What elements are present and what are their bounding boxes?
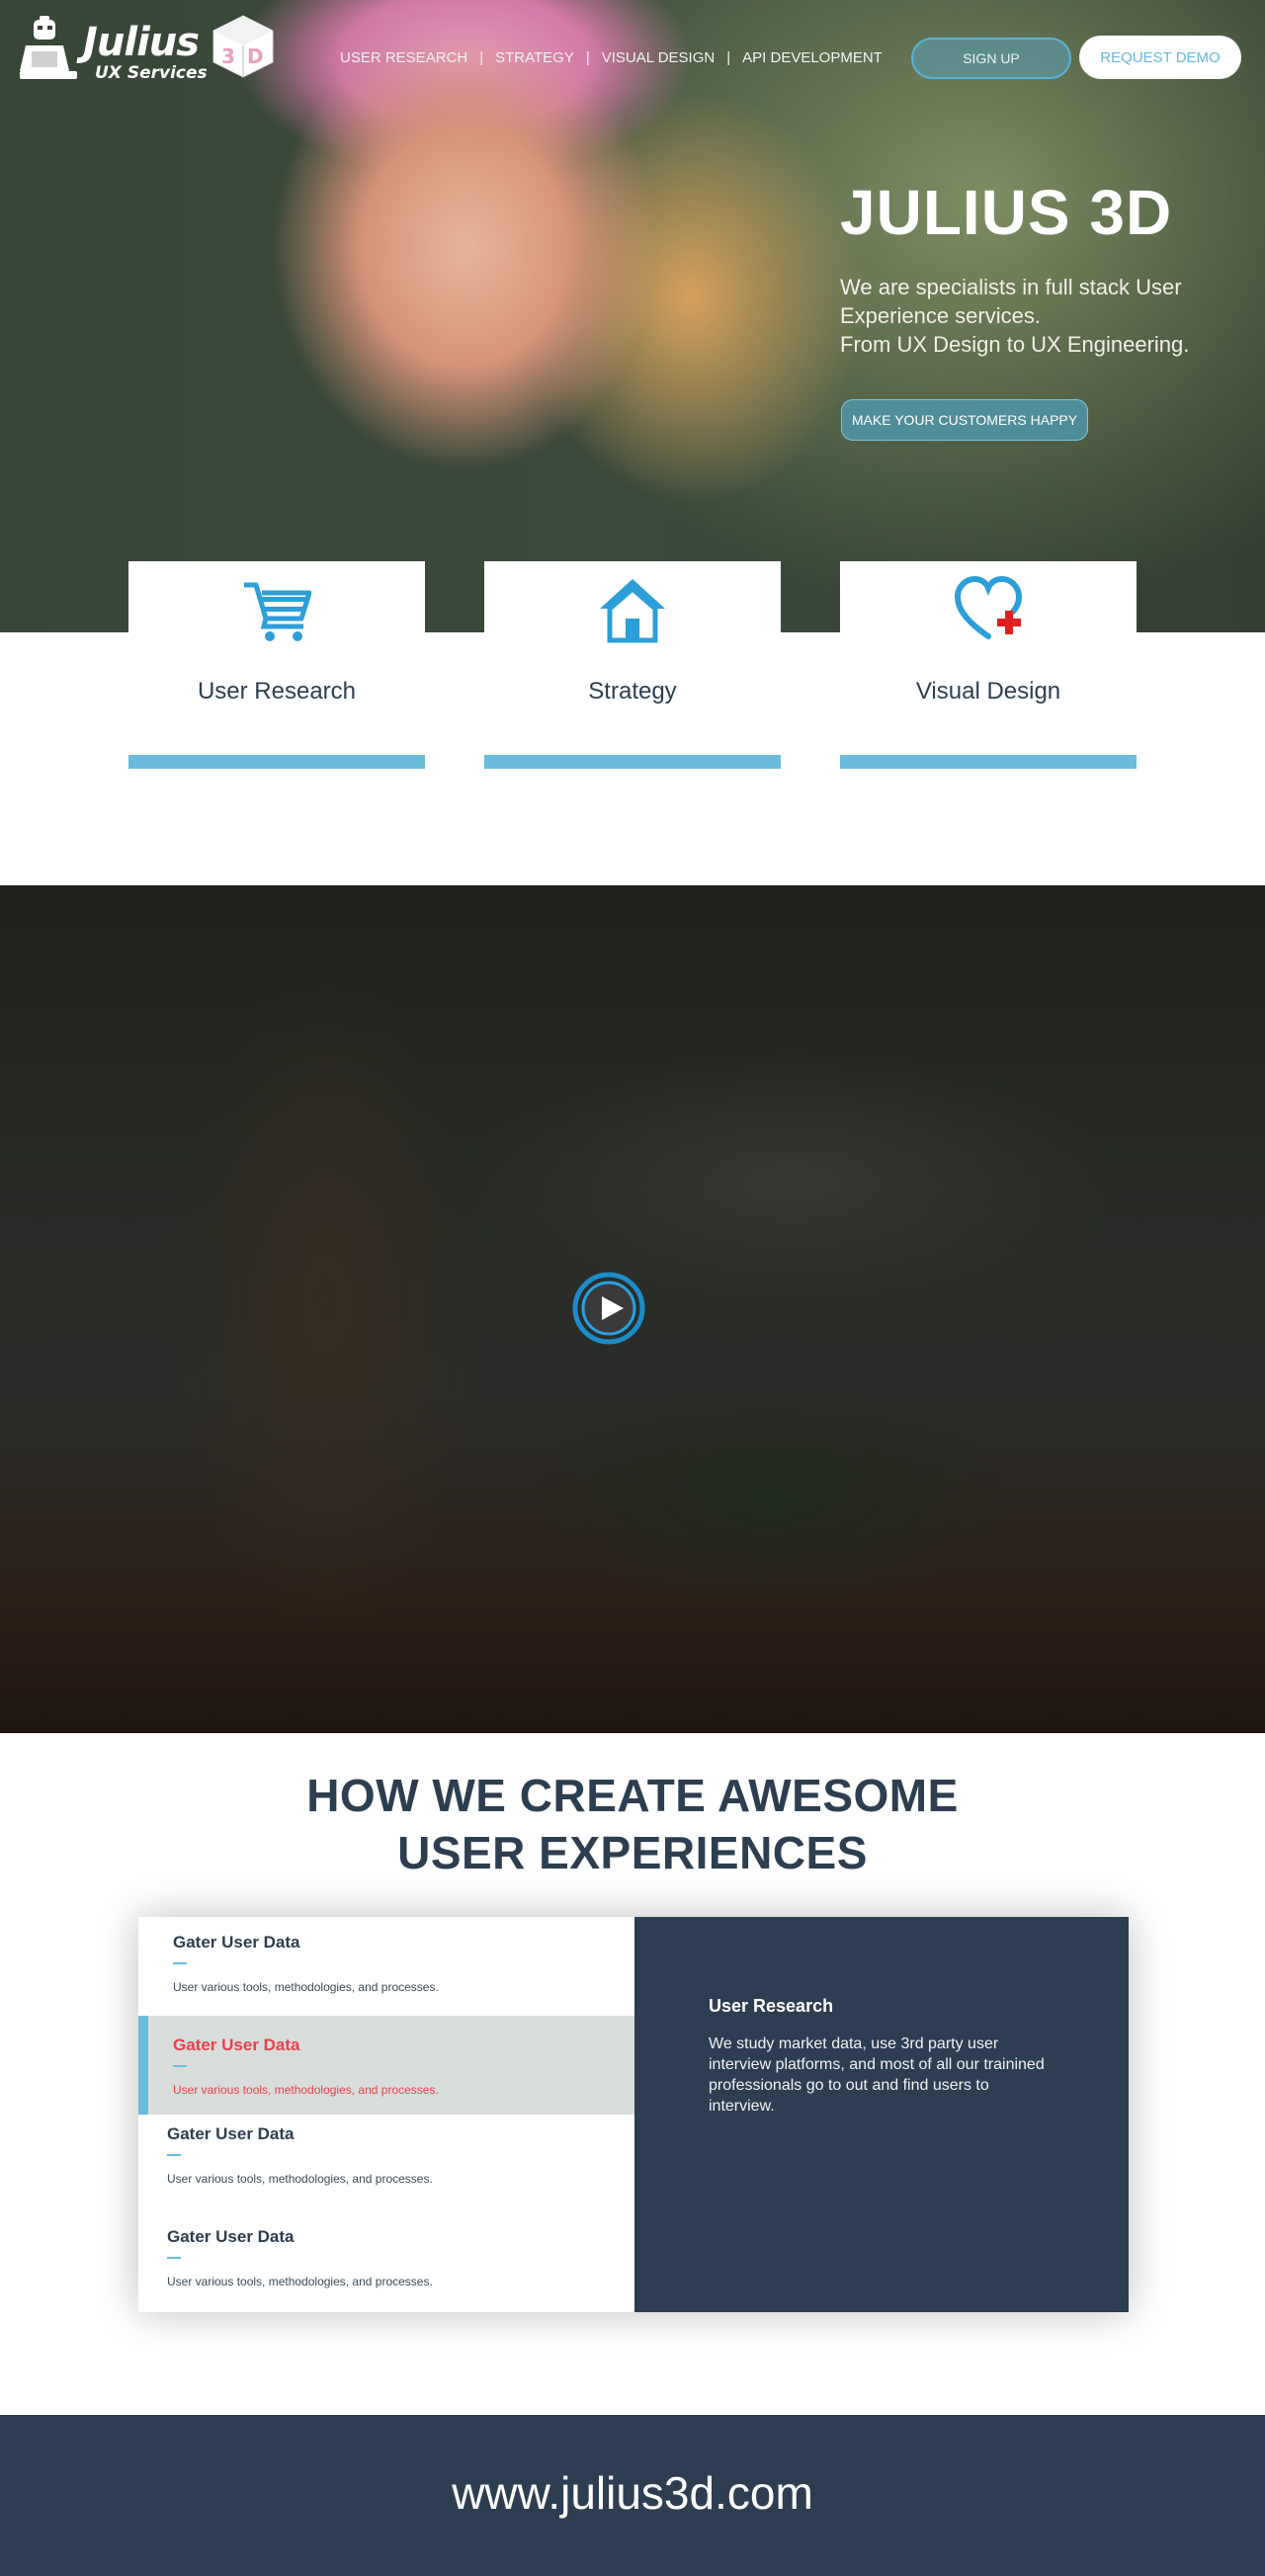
sign-up-button[interactable]: SIGN UP bbox=[911, 38, 1071, 79]
step-divider bbox=[173, 2065, 187, 2067]
nav-item-visual-design[interactable]: VISUAL DESIGN bbox=[602, 49, 715, 66]
hero-subtitle-line-1: We are specialists in full stack User Ex… bbox=[840, 275, 1182, 328]
nav-item-strategy[interactable]: STRATEGY bbox=[495, 49, 574, 66]
video-section[interactable] bbox=[0, 885, 1265, 1733]
service-card-user-research[interactable]: User Research bbox=[128, 561, 425, 769]
cube-letter-d: D bbox=[247, 44, 264, 68]
section-title: HOW WE CREATE AWESOME USER EXPERIENCES bbox=[0, 1767, 1265, 1881]
detail-title: User Research bbox=[709, 1996, 834, 2016]
request-demo-button[interactable]: REQUEST DEMO bbox=[1079, 36, 1241, 79]
logo-title: Julius bbox=[83, 20, 200, 65]
service-accent-bar bbox=[484, 755, 781, 769]
step-divider bbox=[167, 2154, 181, 2156]
process-step-active[interactable]: Gater User Data User various tools, meth… bbox=[138, 2016, 634, 2115]
step-divider bbox=[173, 1962, 187, 1964]
heart-plus-icon bbox=[954, 575, 1023, 639]
step-title: Gater User Data bbox=[167, 2124, 295, 2143]
hero-title: JULIUS 3D bbox=[840, 177, 1173, 248]
step-divider bbox=[167, 2257, 181, 2259]
service-card-strategy[interactable]: Strategy bbox=[484, 561, 781, 769]
nav-item-api-development[interactable]: API DEVELOPMENT bbox=[742, 49, 883, 66]
process-step[interactable]: Gater User Data User various tools, meth… bbox=[138, 2115, 634, 2213]
step-description: User various tools, methodologies, and p… bbox=[167, 2275, 433, 2288]
process-steps-list: Gater User Data User various tools, meth… bbox=[138, 1917, 634, 2312]
shopping-cart-icon bbox=[244, 582, 311, 641]
house-icon bbox=[600, 579, 665, 643]
service-label: Visual Design bbox=[915, 678, 1061, 705]
step-description: User various tools, methodologies, and p… bbox=[173, 1980, 439, 1994]
play-icon[interactable] bbox=[572, 1272, 645, 1345]
logo-tagline: UX Services bbox=[95, 63, 208, 83]
logo[interactable]: Julius UX Services 3 D bbox=[18, 14, 275, 83]
footer-url-link[interactable]: www.julius3d.com bbox=[0, 2466, 1265, 2520]
section-title-line-1: HOW WE CREATE AWESOME bbox=[306, 1770, 959, 1821]
make-customers-happy-button[interactable]: MAKE YOUR CUSTOMERS HAPPY bbox=[841, 399, 1088, 441]
process-panel: Gater User Data User various tools, meth… bbox=[138, 1917, 1129, 2312]
3d-cube-icon: 3 D bbox=[212, 15, 274, 78]
service-accent-bar bbox=[840, 755, 1137, 769]
step-title: Gater User Data bbox=[173, 2036, 300, 2054]
process-step[interactable]: Gater User Data User various tools, meth… bbox=[138, 1917, 634, 2016]
nav-item-user-research[interactable]: USER RESEARCH bbox=[340, 49, 467, 66]
hero-subtitle: We are specialists in full stack User Ex… bbox=[840, 273, 1216, 359]
nav-separator: | bbox=[726, 49, 731, 66]
cube-letter-3: 3 bbox=[221, 44, 235, 68]
step-title: Gater User Data bbox=[167, 2227, 295, 2246]
step-description: User various tools, methodologies, and p… bbox=[167, 2172, 433, 2186]
footer: www.julius3d.com bbox=[0, 2415, 1265, 2576]
service-label: User Research bbox=[197, 678, 357, 705]
detail-body: We study market data, use 3rd party user… bbox=[709, 2036, 1045, 2115]
service-card-visual-design[interactable]: Visual Design bbox=[840, 561, 1137, 769]
nav-separator: | bbox=[585, 49, 590, 66]
service-label: Strategy bbox=[588, 678, 677, 705]
hero-subtitle-line-2: From UX Design to UX Engineering. bbox=[840, 332, 1190, 357]
process-step[interactable]: Gater User Data User various tools, meth… bbox=[138, 2213, 634, 2312]
hero-section: Julius UX Services 3 D USER RESEARCH | S… bbox=[0, 0, 1265, 632]
nav-separator: | bbox=[479, 49, 484, 66]
step-description: User various tools, methodologies, and p… bbox=[173, 2083, 439, 2097]
section-title-line-2: USER EXPERIENCES bbox=[397, 1827, 868, 1878]
step-title: Gater User Data bbox=[173, 1933, 300, 1952]
robot-mascot-icon bbox=[20, 16, 77, 79]
top-nav: USER RESEARCH | STRATEGY | VISUAL DESIGN… bbox=[340, 49, 883, 66]
process-detail: User Research We study market data, use … bbox=[634, 1917, 1129, 2312]
service-accent-bar bbox=[128, 755, 425, 769]
